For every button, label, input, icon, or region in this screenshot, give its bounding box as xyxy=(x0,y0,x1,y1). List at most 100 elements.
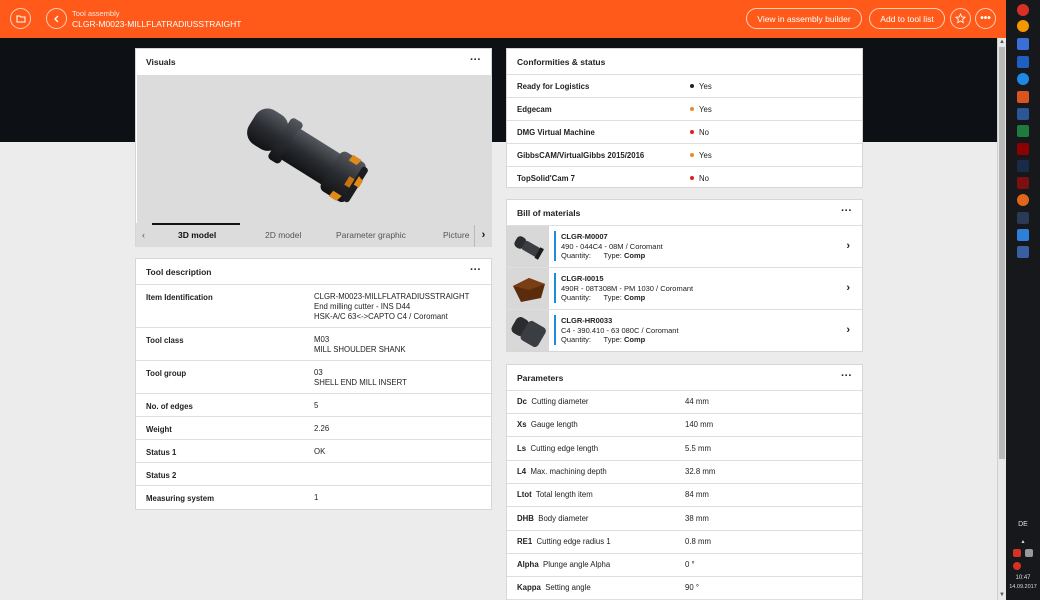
conformities-card: Conformities & status Ready for Logistic… xyxy=(506,48,863,188)
param-value: 0.8 mm xyxy=(685,537,711,546)
bom-more-button[interactable]: ··· xyxy=(841,205,852,217)
app-header: Tool assembly CLGR-M0023-MILLFLATRADIUSS… xyxy=(0,0,1006,38)
divider xyxy=(507,225,862,226)
tab-2d-model[interactable]: 2D model xyxy=(265,230,301,240)
ie-icon[interactable] xyxy=(1017,73,1029,85)
tab-parameter-graphic[interactable]: Parameter graphic xyxy=(336,230,406,240)
tabs-prev-button[interactable]: ‹ xyxy=(142,230,145,240)
tabs-next-button[interactable]: › xyxy=(474,225,492,247)
bill-of-materials-title: Bill of materials xyxy=(517,208,581,218)
no-of-edges-value: 5 xyxy=(314,401,319,410)
divider xyxy=(507,74,862,75)
param-label: Xs Gauge length xyxy=(517,420,578,430)
tray-arrow-icon[interactable]: ▴ xyxy=(1006,538,1040,545)
row-label: TopSolid'Cam 7 xyxy=(517,174,576,183)
clock-time[interactable]: 10:47 xyxy=(1006,575,1040,581)
insert-image xyxy=(513,278,545,302)
active-tab-indicator xyxy=(152,223,240,225)
visual-tabs: ‹ 3D model 2D model Parameter graphic Pi… xyxy=(136,223,492,247)
bom-accent-bar xyxy=(554,273,556,303)
app-icon[interactable] xyxy=(1017,160,1029,172)
visuals-more-button[interactable]: ··· xyxy=(470,54,481,66)
app-icon[interactable] xyxy=(1017,212,1029,224)
scroll-up-arrow[interactable]: ▲ xyxy=(999,38,1005,46)
type-label: Type: xyxy=(603,251,622,260)
bom-item-id: CLGR-M0007 xyxy=(561,232,608,241)
word-icon[interactable] xyxy=(1017,108,1029,120)
chrome-icon[interactable] xyxy=(1017,20,1029,32)
status-text: Yes xyxy=(699,82,712,91)
app-icon[interactable] xyxy=(1017,38,1029,50)
bom-item-id: CLGR-I0015 xyxy=(561,274,604,283)
divider xyxy=(507,390,862,391)
outlook-icon[interactable] xyxy=(1017,56,1029,68)
type-value: Comp xyxy=(623,335,646,344)
bom-item-desc: C4 - 390.410 - 63 080C / Coromant xyxy=(561,325,679,335)
divider xyxy=(136,284,491,285)
param-label: RE1 Cutting edge radius 1 xyxy=(517,537,611,547)
favorite-button[interactable] xyxy=(950,8,971,29)
row-label: Status 1 xyxy=(146,448,177,457)
language-indicator[interactable]: DE xyxy=(1006,521,1040,528)
item-identification-value: CLGR-M0023-MILLFLATRADIUSSTRAIGHT End mi… xyxy=(314,292,469,322)
tab-3d-model[interactable]: 3D model xyxy=(178,230,216,240)
chevron-right-icon[interactable]: › xyxy=(846,282,850,294)
tab-picture[interactable]: Picture xyxy=(443,230,469,240)
tool-description-more-button[interactable]: ··· xyxy=(470,264,481,276)
powerpoint-icon[interactable] xyxy=(1017,91,1029,103)
bom-text: CLGR-HR0033 C4 - 390.410 - 63 080C / Cor… xyxy=(561,316,679,345)
param-value: 84 mm xyxy=(685,490,709,499)
scroll-thumb[interactable] xyxy=(999,47,1005,459)
row-label: Weight xyxy=(146,425,172,434)
holder-image xyxy=(514,236,544,260)
row-label: Ready for Logistics xyxy=(517,82,590,91)
acrobat-icon[interactable] xyxy=(1017,143,1029,155)
firefox-icon[interactable] xyxy=(1017,194,1029,206)
skype-icon[interactable] xyxy=(1017,229,1029,241)
3d-model-viewer[interactable] xyxy=(137,75,492,247)
status-dot xyxy=(690,176,694,180)
param-value: 0 ° xyxy=(685,560,695,569)
app-icon[interactable] xyxy=(1017,4,1029,16)
app-icon[interactable] xyxy=(1017,177,1029,189)
param-name: Max. machining depth xyxy=(530,467,607,476)
status-dot xyxy=(690,130,694,134)
app-icon[interactable] xyxy=(1017,246,1029,258)
add-to-tool-list-button[interactable]: Add to tool list xyxy=(869,8,945,29)
tray-icon[interactable] xyxy=(1013,562,1021,570)
divider xyxy=(507,166,862,167)
back-button[interactable] xyxy=(46,8,67,29)
bill-of-materials-card: Bill of materials ··· CLGR-M0007 490 - 0… xyxy=(506,199,863,352)
folder-button[interactable] xyxy=(10,8,31,29)
type-value: Comp xyxy=(623,293,646,302)
divider xyxy=(507,120,862,121)
divider xyxy=(136,393,491,394)
param-label: Dc Cutting diameter xyxy=(517,397,589,407)
clock-date[interactable]: 14.09.2017 xyxy=(1006,584,1040,590)
divider xyxy=(507,530,862,531)
scroll-down-arrow[interactable]: ▼ xyxy=(999,591,1005,599)
type-value: Comp xyxy=(623,251,646,260)
parameters-card: Parameters ··· Dc Cutting diameter 44 mm… xyxy=(506,364,863,600)
page-scrollbar[interactable]: ▲ ▼ xyxy=(997,38,1006,600)
tool-description-card: Tool description ··· Item Identification… xyxy=(135,258,492,510)
bom-item-meta: Quantity: Type: Comp xyxy=(561,293,693,303)
value-line: End milling cutter - INS D44 xyxy=(314,302,411,311)
divider xyxy=(507,267,862,268)
network-icon[interactable] xyxy=(1025,549,1033,557)
param-code: Kappa xyxy=(517,583,541,592)
tray-icon[interactable] xyxy=(1013,549,1021,557)
view-in-assembly-builder-button[interactable]: View in assembly builder xyxy=(746,8,862,29)
status-text: No xyxy=(699,128,709,137)
chevron-right-icon[interactable]: › xyxy=(846,324,850,336)
more-options-button[interactable]: ••• xyxy=(975,8,996,29)
param-name: Body diameter xyxy=(538,514,589,523)
bom-thumbnail xyxy=(507,226,549,267)
excel-icon[interactable] xyxy=(1017,125,1029,137)
parameters-more-button[interactable]: ··· xyxy=(841,370,852,382)
param-label: DHB Body diameter xyxy=(517,514,589,524)
divider xyxy=(507,309,862,310)
tool-group-value: 03 SHELL END MILL INSERT xyxy=(314,368,407,388)
type-label: Type: xyxy=(603,293,622,302)
chevron-right-icon[interactable]: › xyxy=(846,240,850,252)
